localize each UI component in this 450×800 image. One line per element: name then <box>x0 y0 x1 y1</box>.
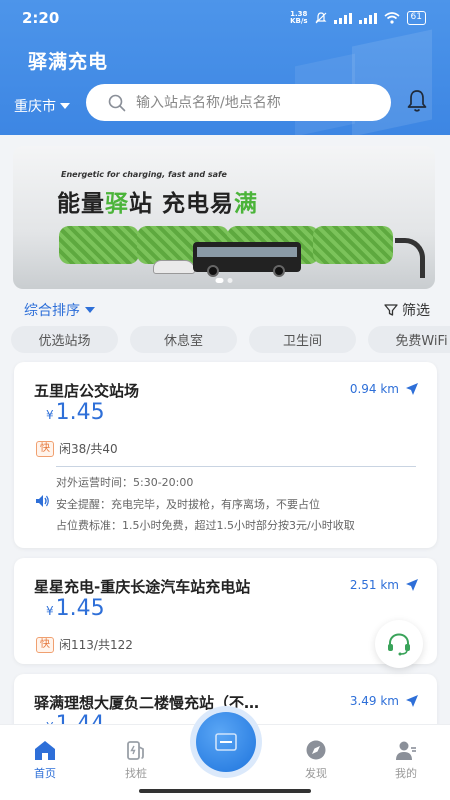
status-bar: 2:20 1.38 KB/s 61 <box>0 0 450 36</box>
battery-indicator: 61 <box>406 11 426 25</box>
wifi-icon <box>384 12 400 24</box>
station-card[interactable]: 星星充电-重庆长途汽车站充电站 2.51 km ¥1.45 快 闲113/共12… <box>14 558 437 664</box>
notification-button[interactable] <box>404 88 430 118</box>
battery-graphic <box>313 226 393 264</box>
signal-icon <box>333 12 352 24</box>
operating-hours: 对外运营时间：5:30-20:00 <box>56 476 194 489</box>
net-speed: 1.38 KB/s <box>290 10 308 25</box>
battery-graphic <box>59 226 139 264</box>
chevron-down-icon <box>85 307 95 313</box>
app-title: 驿满充电 <box>28 51 109 73</box>
station-slots: 快 闲113/共122 <box>36 636 133 653</box>
signal-icon <box>358 12 377 24</box>
facility-chips: 优选站场 休息室 卫生间 免费WiFi <box>11 326 450 354</box>
headset-icon <box>388 633 410 656</box>
station-price: ¥1.45 <box>46 400 105 425</box>
safety-notice: 安全提醒：充电完毕，及时拔枪，有序离场，不要占位 <box>56 498 320 511</box>
bus-graphic <box>193 242 301 277</box>
tab-discover[interactable]: 发现 <box>286 739 346 781</box>
search-icon <box>108 94 126 111</box>
banner-tagline: Energetic for charging, fast and safe <box>61 170 227 179</box>
filter-button[interactable]: 筛选 <box>384 300 430 320</box>
chip-lounge[interactable]: 休息室 <box>130 326 237 353</box>
charging-station-icon <box>127 741 144 760</box>
bell-icon <box>407 90 427 112</box>
station-name: 五里店公交站场 <box>34 382 140 400</box>
station-name: 驿满理想大厦负二楼慢充站（不… <box>34 694 260 712</box>
navigate-icon <box>406 383 418 395</box>
scan-icon <box>215 733 237 751</box>
station-price: ¥1.45 <box>46 596 105 621</box>
chevron-down-icon <box>60 103 70 109</box>
chip-preferred-station[interactable]: 优选站场 <box>11 326 118 353</box>
search-bar[interactable] <box>86 84 391 121</box>
status-time: 2:20 <box>22 9 60 27</box>
status-icons: 1.38 KB/s 61 <box>290 11 426 25</box>
speaker-icon <box>36 495 49 507</box>
banner-slogan: 能量驿站 充电易满 <box>57 191 259 217</box>
occupancy-fee: 占位费标准：1.5小时免费，超过1.5小时部分按3元/小时收取 <box>56 519 355 532</box>
home-icon <box>35 741 55 760</box>
sort-dropdown[interactable]: 综合排序 <box>24 300 95 320</box>
car-graphic <box>153 260 195 274</box>
tab-home[interactable]: 首页 <box>15 739 75 781</box>
carousel-dots <box>215 278 233 283</box>
app-header: 2:20 1.38 KB/s 61 驿满充电 重庆市 <box>0 0 450 135</box>
tab-find-charger[interactable]: 找桩 <box>106 739 166 781</box>
mute-icon <box>315 12 326 24</box>
station-distance[interactable]: 3.49 km <box>350 694 419 708</box>
customer-service-button[interactable] <box>375 620 423 668</box>
filter-icon <box>384 304 398 316</box>
chip-free-wifi[interactable]: 免费WiFi <box>368 326 450 353</box>
station-distance[interactable]: 0.94 km <box>350 382 419 396</box>
city-label: 重庆市 <box>14 99 56 115</box>
home-indicator <box>139 789 311 793</box>
city-selector[interactable]: 重庆市 <box>14 96 70 116</box>
charging-plug-graphic <box>395 238 425 278</box>
station-slots: 快 闲38/共40 <box>36 440 118 457</box>
promo-banner[interactable]: Energetic for charging, fast and safe 能量… <box>13 146 435 289</box>
divider <box>56 466 416 467</box>
sort-label: 综合排序 <box>24 303 80 319</box>
fast-charge-badge: 快 <box>36 636 54 653</box>
station-name: 星星充电-重庆长途汽车站充电站 <box>34 578 251 596</box>
station-card[interactable]: 五里店公交站场 0.94 km ¥1.45 快 闲38/共40 对外运营时间：5… <box>14 362 437 548</box>
search-input[interactable] <box>136 94 366 111</box>
navigate-icon <box>406 579 418 591</box>
tab-profile[interactable]: 我的 <box>376 739 436 781</box>
navigate-icon <box>406 695 418 707</box>
scan-charge-button[interactable] <box>190 706 262 778</box>
filter-label: 筛选 <box>402 303 430 319</box>
fast-charge-badge: 快 <box>36 440 54 457</box>
user-icon <box>396 741 416 760</box>
compass-icon <box>306 740 326 760</box>
station-distance[interactable]: 2.51 km <box>350 578 419 592</box>
chip-restroom[interactable]: 卫生间 <box>249 326 356 353</box>
